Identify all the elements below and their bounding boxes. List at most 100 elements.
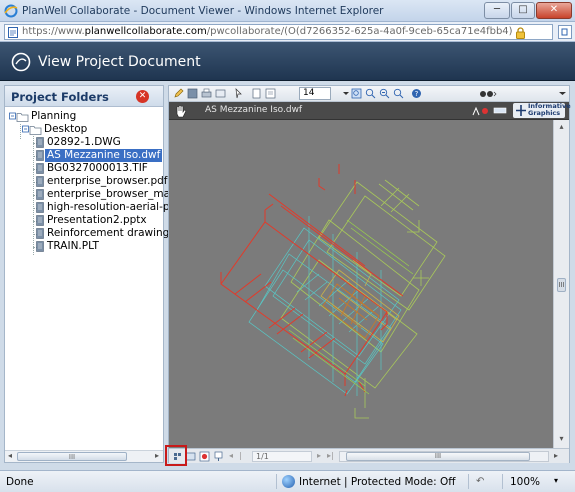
zoom-level[interactable]: 100% bbox=[510, 476, 540, 488]
project-folders-header: Project Folders ✕ bbox=[5, 86, 163, 107]
tree-folder[interactable]: Planning bbox=[9, 110, 78, 123]
page-number-input[interactable]: 14 bbox=[299, 87, 331, 100]
tree-file[interactable]: high-resolution-aerial-phc bbox=[35, 201, 184, 214]
title-bar: PlanWell Collaborate - Document Viewer -… bbox=[0, 0, 575, 22]
project-folders-title: Project Folders bbox=[11, 90, 109, 104]
markup-tools-icon[interactable] bbox=[471, 105, 491, 117]
measure-icon[interactable] bbox=[493, 105, 507, 117]
isometric-drawing bbox=[220, 164, 446, 419]
previous-page-button[interactable]: ◂ bbox=[229, 451, 233, 460]
tree-file[interactable]: Reinforcement drawing 5 bbox=[35, 227, 181, 240]
zoom-window-icon[interactable] bbox=[351, 88, 362, 99]
tree-file[interactable]: TRAIN.PLT bbox=[35, 240, 101, 253]
address-bar: https://www.planwellcollaborate.com/pwco… bbox=[0, 22, 575, 42]
edit-icon[interactable] bbox=[173, 88, 184, 99]
first-page-button[interactable]: | bbox=[239, 451, 242, 460]
hscroll-right-arrow[interactable]: ▸ bbox=[554, 451, 558, 460]
app-title: View Project Document bbox=[38, 54, 201, 70]
drawing-vscroll[interactable]: ▴ III ▾ bbox=[553, 120, 569, 448]
favorites-icon[interactable]: ↶ bbox=[476, 476, 484, 487]
hscroll-thumb[interactable]: III bbox=[346, 452, 530, 461]
drawing-file-name: AS Mezzanine Iso.dwf bbox=[205, 105, 303, 115]
file-icon bbox=[36, 137, 44, 148]
drawing-hscroll[interactable]: III bbox=[339, 451, 549, 462]
properties-icon[interactable] bbox=[213, 451, 224, 462]
tree-file[interactable]: Presentation2.pptx bbox=[35, 214, 149, 227]
status-separator bbox=[276, 474, 277, 489]
drawing-canvas[interactable] bbox=[169, 120, 553, 448]
viewer-bottom-bar: ◂ | 1/1 ▸ ▸| III ▸ bbox=[169, 448, 569, 463]
viewer-toolbar: 14 ? bbox=[169, 86, 569, 102]
tree-file[interactable]: enterprise_browser_man bbox=[35, 188, 179, 201]
tree-file[interactable]: enterprise_browser.pdf bbox=[35, 175, 170, 188]
layout-icon[interactable] bbox=[215, 88, 226, 99]
file-icon bbox=[36, 189, 44, 200]
tree-node-label: enterprise_browser_man bbox=[47, 188, 177, 200]
scroll-thumb[interactable]: III bbox=[17, 452, 127, 461]
close-panel-button[interactable]: ✕ bbox=[136, 90, 149, 103]
minimize-button[interactable]: ─ bbox=[484, 2, 510, 19]
url-text: https://www.planwellcollaborate.com/pwco… bbox=[22, 26, 512, 37]
folder-icon bbox=[9, 112, 29, 122]
file-icon bbox=[36, 176, 44, 187]
page-counter: 1/1 bbox=[252, 451, 312, 462]
tree-file[interactable]: BG0327000013.TIF bbox=[35, 162, 150, 175]
app-header: View Project Document bbox=[0, 42, 575, 81]
tree-node-label: Reinforcement drawing 5 bbox=[47, 227, 180, 239]
ig-logo-icon bbox=[516, 105, 526, 116]
lock-icon[interactable] bbox=[515, 27, 526, 39]
close-window-button[interactable]: ✕ bbox=[536, 2, 572, 19]
scroll-right-arrow[interactable]: ▸ bbox=[152, 451, 162, 462]
tree-node-label: Desktop bbox=[44, 123, 88, 135]
vscroll-grip[interactable]: III bbox=[557, 278, 566, 292]
security-zone-text[interactable]: Internet | Protected Mode: Off bbox=[282, 476, 455, 488]
tree-node-label: enterprise_browser.pdf bbox=[47, 175, 168, 187]
last-page-button[interactable]: ▸| bbox=[327, 451, 334, 460]
svg-text:?: ? bbox=[415, 90, 419, 98]
tree-node-label: TRAIN.PLT bbox=[47, 240, 99, 252]
file-icon bbox=[36, 163, 44, 174]
status-bar: Done Internet | Protected Mode: Off ↶ 10… bbox=[0, 470, 575, 492]
select-pointer-icon[interactable] bbox=[233, 88, 244, 99]
planwell-logo-icon bbox=[11, 52, 31, 72]
refresh-icon[interactable] bbox=[558, 25, 572, 39]
zoom-dropdown-icon[interactable]: ▾ bbox=[554, 476, 558, 485]
tree-file[interactable]: 02892-1.DWG bbox=[35, 136, 123, 149]
pan-hand-icon[interactable] bbox=[174, 104, 187, 118]
scroll-up-arrow[interactable]: ▴ bbox=[554, 122, 569, 131]
single-page-icon[interactable] bbox=[251, 88, 262, 99]
zoom-out-icon[interactable] bbox=[379, 88, 390, 99]
scroll-down-arrow[interactable]: ▾ bbox=[554, 434, 569, 443]
record-icon[interactable] bbox=[199, 451, 210, 462]
status-separator bbox=[502, 474, 503, 489]
status-text: Done bbox=[6, 476, 34, 488]
folder-icon bbox=[22, 125, 42, 135]
tree-file[interactable]: AS Mezzanine Iso.dwf bbox=[35, 149, 163, 162]
project-folders-panel: Project Folders ✕ Planning Desktop 02892-1… bbox=[4, 85, 182, 463]
save-icon[interactable] bbox=[187, 88, 198, 99]
folder-tree-hscroll[interactable]: ◂ III ▸ bbox=[5, 450, 163, 462]
zoom-icon[interactable] bbox=[393, 88, 404, 99]
tree-folder[interactable]: Desktop bbox=[22, 123, 89, 136]
window-title: PlanWell Collaborate - Document Viewer -… bbox=[22, 5, 384, 17]
toolbar-menu-arrow-icon[interactable] bbox=[557, 88, 568, 99]
help-icon[interactable]: ? bbox=[411, 88, 422, 99]
drawing-toolbar: AS Mezzanine Iso.dwf Informative Graphics bbox=[169, 102, 571, 120]
scroll-left-arrow[interactable]: ◂ bbox=[5, 451, 15, 462]
document-viewer: 14 ? AS Mezzanine Iso.dwf Informative Gra… bbox=[168, 85, 571, 463]
url-field[interactable]: https://www.planwellcollaborate.com/pwco… bbox=[4, 24, 553, 40]
tree-node-label: 02892-1.DWG bbox=[47, 136, 121, 148]
maximize-button[interactable]: □ bbox=[511, 2, 535, 19]
file-icon bbox=[36, 215, 44, 226]
ie-logo-icon bbox=[4, 4, 18, 18]
page-list-icon[interactable] bbox=[265, 88, 276, 99]
file-icon bbox=[36, 228, 44, 239]
file-icon bbox=[36, 241, 44, 252]
next-page-button[interactable]: ▸ bbox=[317, 451, 321, 460]
tree-node-label: Planning bbox=[31, 110, 77, 122]
print-icon[interactable] bbox=[201, 88, 212, 99]
zoom-in-icon[interactable] bbox=[365, 88, 376, 99]
file-icon bbox=[36, 150, 44, 161]
binoculars-icon[interactable] bbox=[479, 88, 497, 99]
informative-graphics-logo: Informative Graphics bbox=[513, 103, 571, 118]
